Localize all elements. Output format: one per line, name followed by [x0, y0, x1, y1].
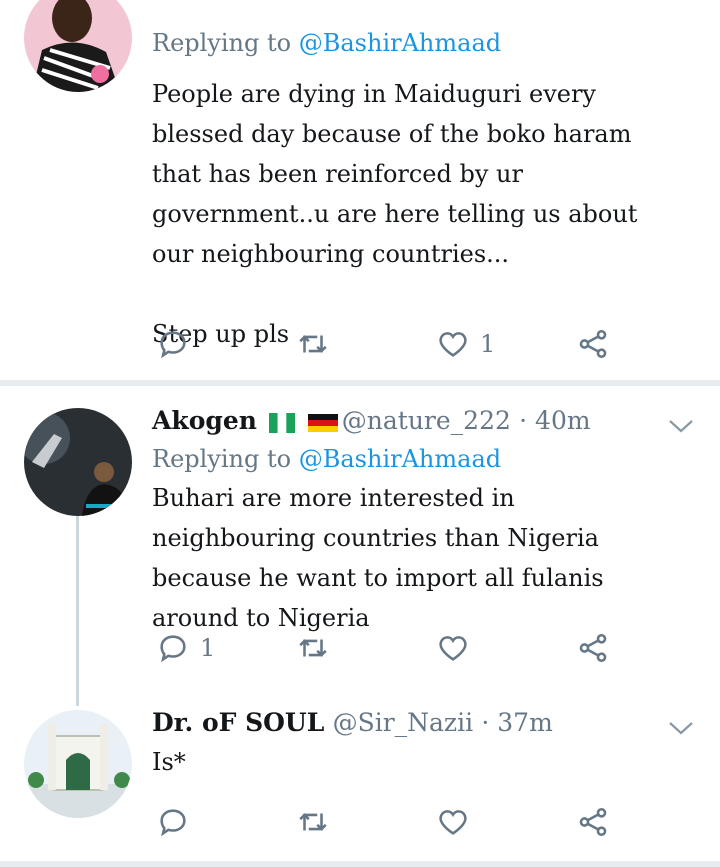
chevron-down-icon[interactable] [666, 416, 696, 436]
replying-to: Replying to @BashirAhmaad [152, 26, 680, 60]
like-icon [439, 636, 467, 661]
timestamp[interactable]: · 37m [481, 708, 552, 737]
replying-to-label: Replying to [152, 29, 292, 57]
share-icon [579, 807, 607, 837]
like-button[interactable] [436, 802, 480, 842]
like-button[interactable]: 1 [436, 324, 495, 364]
reply-icon [160, 331, 186, 359]
reply-icon [160, 635, 186, 663]
reply-button[interactable] [156, 802, 200, 842]
display-name[interactable]: Dr. oF SOUL [152, 708, 324, 737]
chevron-down-icon[interactable] [666, 718, 696, 738]
reply-count: 1 [200, 634, 216, 662]
avatar[interactable] [24, 408, 132, 516]
tweet-2[interactable]: Akogen @nature_222 · 40m Replying to @Ba… [0, 386, 720, 684]
tweet-1[interactable]: Replying to @BashirAhmaad People are dyi… [0, 0, 720, 382]
divider [0, 861, 720, 867]
avatar[interactable] [24, 710, 132, 818]
share-button[interactable] [576, 324, 610, 364]
share-icon [579, 633, 607, 663]
replying-to-label: Replying to [152, 445, 292, 473]
share-button[interactable] [576, 802, 610, 842]
retweet-icon [299, 335, 327, 353]
mention-link[interactable]: @BashirAhmaad [299, 445, 501, 473]
user-handle[interactable]: @Sir_Nazii [333, 708, 474, 737]
tweet-text: People are dying in Maiduguri every bles… [152, 74, 680, 354]
reply-button[interactable]: 1 [156, 628, 215, 668]
avatar[interactable] [24, 0, 132, 92]
retweet-button[interactable] [296, 628, 340, 668]
tweet-text: Buhari are more interested in neighbouri… [152, 484, 604, 632]
like-icon [439, 332, 467, 357]
tweet-3[interactable]: Dr. oF SOUL @Sir_Nazii · 37m Is* [0, 690, 720, 867]
tweet-text-body: People are dying in Maiduguri every bles… [152, 80, 638, 268]
share-icon [579, 329, 607, 359]
tweet-text: Is* [152, 748, 186, 776]
like-icon [439, 810, 467, 835]
share-button[interactable] [576, 628, 610, 668]
like-count: 1 [480, 330, 496, 358]
replying-to: Replying to @BashirAhmaad [152, 442, 680, 476]
timestamp[interactable]: · 40m [519, 406, 590, 435]
like-button[interactable] [436, 628, 480, 668]
user-handle[interactable]: @nature_222 [342, 406, 511, 435]
retweet-icon [299, 639, 327, 657]
display-name[interactable]: Akogen [152, 406, 257, 435]
mention-link[interactable]: @BashirAhmaad [299, 29, 501, 57]
action-bar: 1 [152, 324, 652, 364]
retweet-icon [299, 813, 327, 831]
retweet-button[interactable] [296, 802, 340, 842]
action-bar [152, 802, 652, 842]
action-bar: 1 [152, 628, 652, 668]
retweet-button[interactable] [296, 324, 340, 364]
reply-icon [160, 809, 186, 837]
germany-flag-icon [307, 410, 338, 434]
nigeria-flag-icon [269, 410, 296, 434]
reply-button[interactable] [156, 324, 200, 364]
